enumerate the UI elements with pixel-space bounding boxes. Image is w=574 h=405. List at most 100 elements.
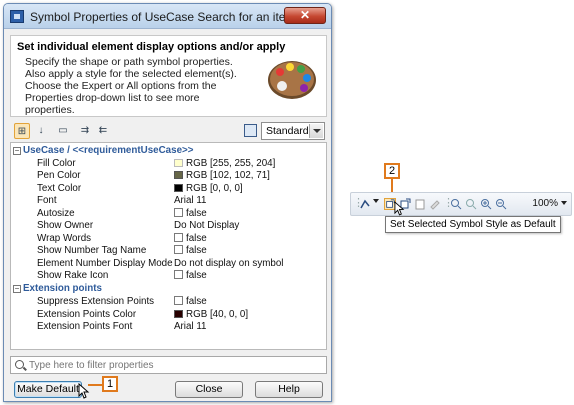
zoom-selection-icon[interactable] (465, 198, 477, 210)
property-row[interactable]: Font Arial 11 (11, 195, 326, 208)
property-name: Show Rake Icon (37, 270, 109, 281)
property-name: Wrap Words (37, 232, 92, 244)
callout-line (88, 384, 102, 386)
property-value[interactable]: Arial 11 (174, 195, 207, 208)
close-window-button[interactable]: ✕ (284, 7, 326, 24)
chevron-down-icon (309, 124, 323, 138)
zoom-level-select[interactable]: 100% (532, 198, 567, 209)
collapse-icon[interactable]: − (13, 147, 21, 155)
property-name: Extension Points Font (37, 321, 133, 332)
property-row[interactable]: Show Rake Icon false (11, 270, 326, 283)
property-name: Autosize (37, 207, 75, 219)
categorized-view-icon[interactable]: ⊞ (14, 123, 30, 139)
property-row[interactable]: Wrap Words false (11, 232, 326, 246)
property-name: Fill Color (37, 157, 76, 169)
section-label: UseCase / <<requirementUseCase>> (23, 145, 194, 156)
property-grid: − UseCase / <<requirementUseCase>> Fill … (10, 142, 327, 350)
copy-style-icon[interactable] (414, 198, 426, 210)
property-name: Pen Color (37, 170, 81, 181)
close-button[interactable]: Close (175, 381, 243, 398)
property-name: Show Owner (37, 220, 94, 231)
property-row[interactable]: Fill Color RGB [255, 255, 204] (11, 158, 326, 171)
property-value[interactable]: RGB [102, 102, 71] (174, 170, 270, 183)
value-text: false (186, 296, 207, 307)
section-extension-points[interactable]: − Extension points (11, 283, 326, 296)
property-row[interactable]: Show Owner Do Not Display (11, 220, 326, 233)
property-row[interactable]: Pen Color RGB [102, 102, 71] (11, 170, 326, 183)
property-row[interactable]: Autosize false (11, 207, 326, 221)
property-value[interactable]: false (174, 296, 207, 309)
value-text: false (186, 270, 207, 281)
section-usecase[interactable]: − UseCase / <<requirementUseCase>> (11, 145, 326, 158)
title-bar: Symbol Properties of UseCase Search for … (4, 4, 331, 29)
property-value[interactable]: Arial 11 (174, 321, 207, 334)
checkbox[interactable] (174, 245, 183, 254)
property-value[interactable]: false (174, 270, 207, 283)
filter-box (10, 356, 327, 374)
property-row[interactable]: Suppress Extension Points false (11, 296, 326, 309)
expand-all-icon[interactable]: ⇉ (78, 123, 92, 139)
make-default-button[interactable]: Make Default (14, 381, 82, 398)
property-value[interactable]: false (174, 245, 207, 258)
pen-style-icon[interactable] (360, 198, 372, 210)
palette-icon (268, 61, 316, 99)
window-title: Symbol Properties of UseCase Search for … (30, 10, 296, 24)
property-name: Text Color (37, 182, 82, 194)
style-options-icon[interactable] (244, 124, 257, 137)
color-swatch (174, 309, 183, 318)
collapse-all-icon[interactable]: ⇇ (96, 123, 110, 139)
section-label: Extension points (23, 283, 102, 294)
callout-line (391, 179, 393, 193)
property-value[interactable]: RGB [40, 0, 0] (174, 309, 248, 322)
tooltip: Set Selected Symbol Style as Default (385, 216, 561, 233)
symbol-properties-dialog: Symbol Properties of UseCase Search for … (3, 3, 332, 402)
property-name: Element Number Display Mode (37, 257, 173, 269)
zoom-in-icon[interactable] (480, 198, 492, 210)
value-text: RGB [102, 102, 71] (186, 170, 270, 181)
property-row[interactable]: Extension Points Font Arial 11 (11, 321, 326, 334)
color-swatch (174, 183, 183, 192)
property-name: Suppress Extension Points (37, 296, 155, 307)
color-swatch (174, 158, 183, 167)
value-text: false (186, 207, 207, 219)
description-panel: Set individual element display options a… (10, 35, 327, 117)
filter-input[interactable] (29, 358, 319, 372)
show-description-icon[interactable]: ▭ (56, 123, 70, 139)
mouse-cursor-icon (394, 201, 405, 216)
collapse-icon[interactable]: − (13, 285, 21, 293)
property-row[interactable]: Text Color RGB [0, 0, 0] (11, 183, 326, 196)
property-value[interactable]: Do Not Display (174, 220, 239, 233)
paste-style-icon[interactable] (429, 198, 441, 210)
value-text: RGB [40, 0, 0] (186, 308, 249, 320)
window-icon (10, 10, 24, 23)
checkbox[interactable] (174, 270, 183, 279)
property-value[interactable]: Do not display on symbol (174, 258, 283, 271)
sort-alphabetical-icon[interactable]: ↓ (34, 123, 48, 139)
value-text: RGB [0, 0, 0] (186, 182, 243, 194)
callout-2-badge: 2 (384, 163, 400, 179)
property-name: Font (37, 195, 57, 206)
value-text: RGB [255, 255, 204] (186, 157, 276, 169)
property-name: Show Number Tag Name (37, 245, 147, 256)
zoom-out-icon[interactable] (495, 198, 507, 210)
property-value[interactable]: RGB [0, 0, 0] (174, 183, 243, 196)
property-value[interactable]: RGB [255, 255, 204] (174, 158, 275, 171)
chevron-down-icon (561, 201, 567, 208)
property-row[interactable]: Extension Points Color RGB [40, 0, 0] (11, 309, 326, 322)
properties-mode-value: Standard (266, 125, 309, 137)
chevron-down-icon[interactable] (373, 199, 379, 206)
checkbox[interactable] (174, 207, 183, 217)
zoom-level-value: 100% (532, 198, 558, 209)
property-row[interactable]: Element Number Display Mode Do not displ… (11, 258, 326, 271)
checkbox[interactable] (174, 232, 183, 242)
help-button[interactable]: Help (255, 381, 323, 398)
property-value[interactable]: false (174, 232, 207, 246)
property-row[interactable]: Show Number Tag Name false (11, 245, 326, 258)
value-text: false (186, 245, 207, 256)
color-swatch (174, 171, 183, 179)
zoom-fit-icon[interactable] (450, 198, 462, 210)
property-value[interactable]: false (174, 207, 207, 221)
header-description: Specify the shape or path symbol propert… (25, 56, 237, 116)
properties-mode-select[interactable]: Standard (261, 122, 325, 140)
checkbox[interactable] (174, 296, 183, 305)
